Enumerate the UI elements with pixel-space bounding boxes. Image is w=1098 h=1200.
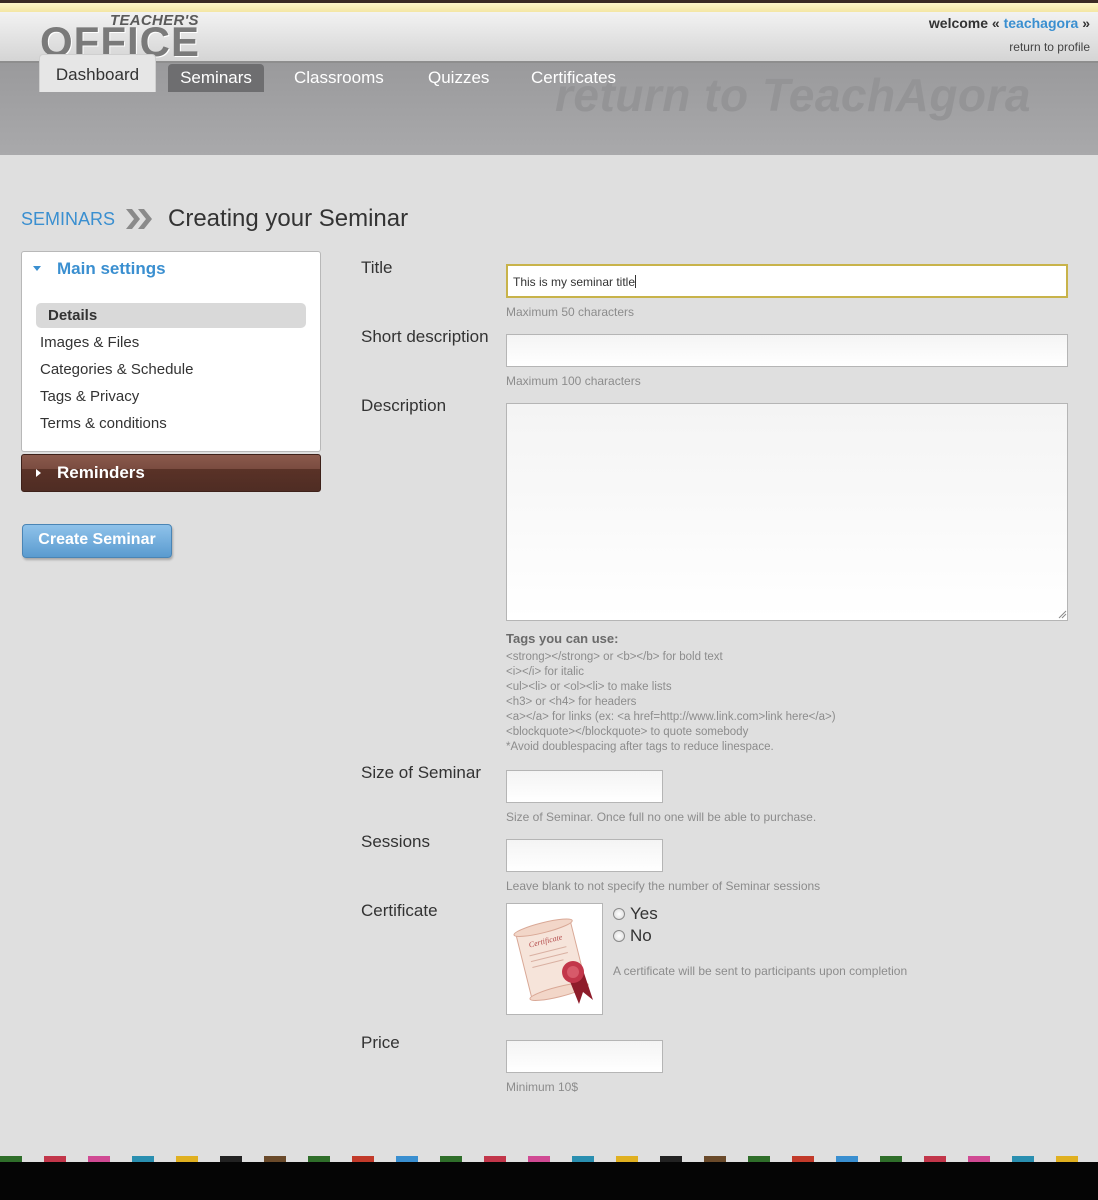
- short-description-hint: Maximum 100 characters: [506, 374, 641, 388]
- title-label: Title: [361, 258, 393, 277]
- sidebar-item-images-files[interactable]: Images & Files: [40, 334, 139, 351]
- tag-help-line: <strong></strong> or <b></b> for bold te…: [506, 651, 723, 663]
- text-cursor: [635, 275, 637, 288]
- tab-seminars[interactable]: Seminars: [168, 64, 264, 92]
- tab-certificates[interactable]: Certificates: [531, 68, 616, 88]
- description-label: Description: [361, 396, 447, 415]
- tag-help-line: <i></i> for italic: [506, 666, 584, 678]
- description-textarea[interactable]: [506, 403, 1068, 621]
- sidebar-item-categories-schedule[interactable]: Categories & Schedule: [40, 361, 193, 378]
- caret-down-icon: [33, 266, 41, 271]
- sidebar-item-terms-conditions[interactable]: Terms & conditions: [40, 415, 167, 432]
- welcome-prefix: welcome «: [928, 15, 1000, 31]
- certificate-scroll-icon: Certificate: [513, 918, 593, 1004]
- certificate-yes-radio[interactable]: [613, 908, 625, 920]
- sessions-hint: Leave blank to not specify the number of…: [506, 879, 821, 893]
- certificate-label: Certificate: [361, 901, 438, 920]
- sessions-input[interactable]: [506, 839, 663, 872]
- size-input[interactable]: [506, 770, 663, 803]
- tag-help-line: <h3> or <h4> for headers: [506, 696, 637, 708]
- top-strip: [0, 0, 1098, 12]
- certificate-yes-label[interactable]: Yes: [630, 904, 658, 924]
- footer-bar: [0, 1162, 1098, 1200]
- tab-dashboard[interactable]: Dashboard: [39, 54, 156, 92]
- short-description-input[interactable]: [506, 334, 1068, 367]
- page-title: Creating your Seminar: [168, 205, 409, 232]
- breadcrumb-seminars-link[interactable]: SEMINARS: [21, 209, 115, 230]
- resize-handle-icon[interactable]: [1058, 610, 1067, 619]
- sidebar-item-tags-privacy[interactable]: Tags & Privacy: [40, 388, 139, 405]
- certificate-no-radio[interactable]: [613, 930, 625, 942]
- price-input[interactable]: [506, 1040, 663, 1073]
- certificate-no-label[interactable]: No: [630, 926, 652, 946]
- price-hint: Minimum 10$: [506, 1080, 579, 1094]
- tag-help-line: <blockquote></blockquote> to quote someb…: [506, 726, 749, 738]
- certificate-image: Certificate: [506, 903, 603, 1015]
- sessions-label: Sessions: [361, 832, 430, 851]
- short-description-label: Short description: [361, 327, 489, 346]
- return-to-teachagora-link[interactable]: return to TeachAgora: [555, 68, 1031, 122]
- size-label: Size of Seminar: [361, 763, 481, 782]
- tag-help-line: *Avoid doublespacing after tags to reduc…: [506, 741, 774, 753]
- main-settings-header[interactable]: Main settings: [57, 259, 166, 279]
- welcome-text: welcome « teachagora »: [929, 15, 1090, 31]
- certificate-hint: A certificate will be sent to participan…: [613, 964, 908, 978]
- welcome-suffix: »: [1082, 15, 1090, 31]
- caret-right-icon: [36, 469, 41, 477]
- tags-title: Tags you can use:: [506, 631, 619, 646]
- sidebar-item-details[interactable]: Details: [36, 303, 306, 328]
- tag-help-line: <a></a> for links (ex: <a href=http://ww…: [506, 711, 836, 723]
- tab-classrooms[interactable]: Classrooms: [294, 68, 384, 88]
- title-hint: Maximum 50 characters: [506, 305, 635, 319]
- price-label: Price: [361, 1033, 400, 1052]
- tag-help-line: <ul><li> or <ol><li> to make lists: [506, 681, 672, 693]
- username-link[interactable]: teachagora: [1004, 15, 1079, 31]
- return-to-profile-link[interactable]: return to profile: [1009, 40, 1090, 54]
- reminders-label: Reminders: [57, 463, 145, 482]
- title-input[interactable]: This is my seminar title: [506, 264, 1068, 298]
- create-seminar-button[interactable]: Create Seminar: [22, 524, 172, 558]
- tab-quizzes[interactable]: Quizzes: [428, 68, 489, 88]
- double-chevron-right-icon: [126, 209, 152, 229]
- size-hint: Size of Seminar. Once full no one will b…: [506, 810, 817, 824]
